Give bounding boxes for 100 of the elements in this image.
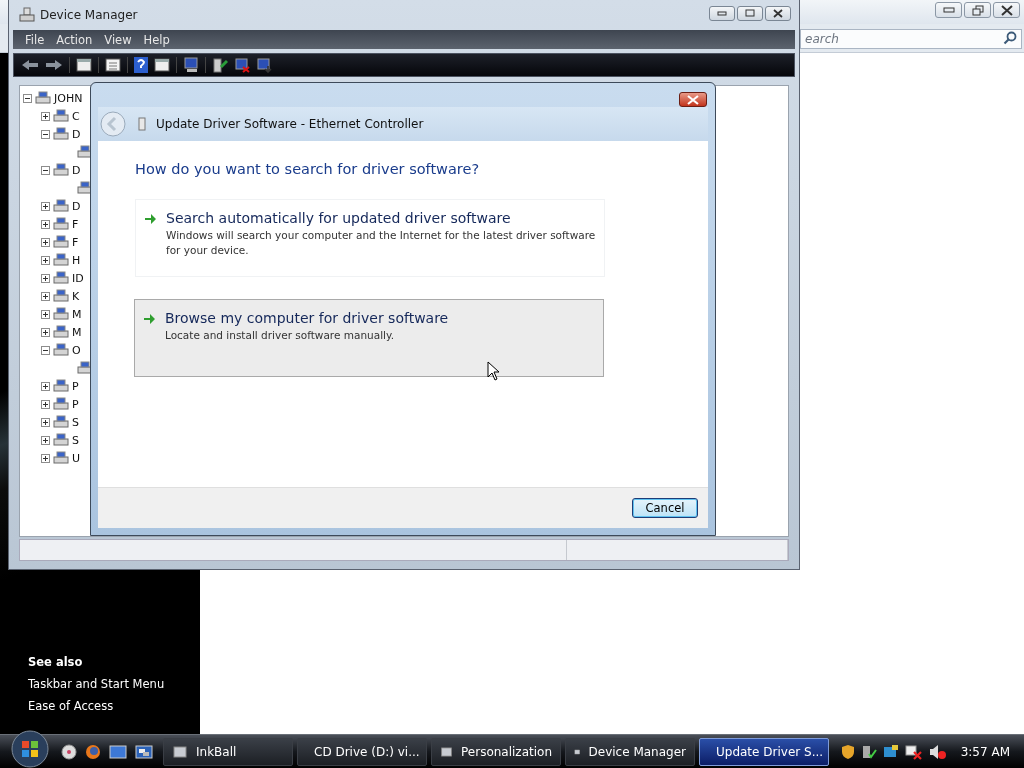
- menu-item[interactable]: Help: [139, 32, 178, 47]
- close-button[interactable]: [765, 5, 791, 21]
- menu-item[interactable]: Action: [52, 32, 101, 47]
- device-icon: [53, 342, 69, 358]
- globe-icon[interactable]: [85, 743, 101, 760]
- back-icon[interactable]: [21, 59, 39, 71]
- restore-icon: [971, 4, 984, 16]
- tree-item[interactable]: P: [72, 397, 79, 411]
- tree-item[interactable]: S: [72, 433, 79, 447]
- collapse-icon[interactable]: [23, 93, 32, 103]
- expand-icon[interactable]: [41, 291, 50, 301]
- clock[interactable]: 3:57 AM: [960, 744, 1010, 759]
- expand-icon[interactable]: [41, 219, 50, 229]
- forward-icon[interactable]: [45, 59, 63, 71]
- see-also-link[interactable]: Ease of Access: [28, 699, 114, 713]
- window-icon[interactable]: [154, 58, 170, 72]
- device-icon: [53, 216, 69, 232]
- collapse-icon[interactable]: [41, 345, 50, 355]
- help-icon[interactable]: [134, 57, 148, 73]
- device-icon: [53, 288, 69, 304]
- sheet-icon[interactable]: [105, 58, 121, 72]
- tree-item[interactable]: F: [72, 217, 79, 231]
- expand-icon[interactable]: [41, 417, 50, 427]
- taskbar-button[interactable]: Device Manager: [565, 737, 695, 766]
- device-icon: [53, 396, 69, 412]
- expand-icon[interactable]: [41, 111, 50, 121]
- tree-item[interactable]: O: [72, 343, 81, 357]
- command-link[interactable]: Search automatically for updated driver software Windows will search your computer and the Internet for the latest driver software for your device.: [135, 199, 605, 277]
- device-icon: [53, 306, 69, 322]
- expand-icon[interactable]: [41, 381, 50, 391]
- expand-icon[interactable]: [41, 237, 50, 247]
- expand-icon[interactable]: [41, 255, 50, 265]
- collapse-icon[interactable]: [41, 129, 50, 139]
- expand-icon[interactable]: [41, 435, 50, 445]
- device-icon: [53, 198, 69, 214]
- window-icon[interactable]: [76, 58, 92, 72]
- taskbar-button[interactable]: InkBall: [163, 737, 293, 766]
- expand-icon[interactable]: [41, 273, 50, 283]
- tree-item[interactable]: C: [72, 109, 80, 123]
- close-button[interactable]: [993, 2, 1020, 18]
- menu-item[interactable]: View: [100, 32, 140, 47]
- device-icon: [53, 324, 69, 340]
- tree-item[interactable]: D: [72, 127, 81, 141]
- option-description: Windows will search your computer and the Internet for the latest driver software for your device.: [166, 228, 596, 258]
- expand-icon[interactable]: [41, 399, 50, 409]
- cancel-button[interactable]: Cancel: [632, 498, 698, 518]
- device-icon: [53, 126, 69, 142]
- tree-item[interactable]: H: [72, 253, 81, 267]
- option-title: Search automatically for updated driver software: [166, 210, 512, 226]
- maximize-icon: [745, 9, 755, 17]
- monitor-icon[interactable]: [183, 57, 199, 73]
- arrow-icon: [143, 313, 156, 325]
- device-icon: [77, 360, 93, 376]
- computer-icon: [19, 7, 35, 23]
- close-icon: [687, 94, 699, 105]
- expand-icon[interactable]: [41, 201, 50, 211]
- collapse-icon[interactable]: [41, 165, 50, 175]
- tree-item[interactable]: K: [72, 289, 80, 303]
- device-icon: [77, 144, 93, 160]
- tree-item[interactable]: P: [72, 379, 79, 393]
- tree-item[interactable]: ID: [72, 271, 84, 285]
- start-button[interactable]: [11, 729, 49, 768]
- network-icon[interactable]: [860, 743, 877, 760]
- device-icon: [53, 252, 69, 268]
- taskbar-button[interactable]: CD Drive (D:) vi...: [297, 737, 427, 766]
- taskbar-button[interactable]: Personalization: [431, 737, 561, 766]
- minimize-button[interactable]: [935, 2, 962, 18]
- search-field[interactable]: earch: [800, 29, 1022, 49]
- device-icon[interactable]: [212, 57, 228, 73]
- minimize-button[interactable]: [709, 5, 735, 21]
- speaker-icon[interactable]: [928, 743, 947, 760]
- expand-icon[interactable]: [41, 327, 50, 337]
- windows-icon[interactable]: [135, 743, 153, 760]
- tree-item[interactable]: D: [72, 199, 81, 213]
- option-title: Browse my computer for driver software: [165, 310, 449, 326]
- close-button[interactable]: [679, 92, 707, 107]
- device-icon: [53, 450, 69, 466]
- expand-icon[interactable]: [41, 453, 50, 463]
- taskbar-button[interactable]: Update Driver S...: [699, 737, 829, 766]
- monitor-icon[interactable]: [882, 743, 899, 760]
- tree-item[interactable]: F: [72, 235, 79, 249]
- option-description: Locate and install driver software manually.: [165, 328, 396, 343]
- disc-icon[interactable]: [61, 743, 77, 760]
- see-also-link[interactable]: Taskbar and Start Menu: [28, 677, 165, 691]
- tree-item[interactable]: M: [72, 307, 82, 321]
- menu-item[interactable]: File: [21, 32, 53, 47]
- tree-item[interactable]: M: [72, 325, 82, 339]
- command-link[interactable]: Browse my computer for driver software Locate and install driver software manually.: [134, 299, 604, 377]
- tree-item[interactable]: U: [72, 451, 81, 465]
- device-icon: [53, 162, 69, 178]
- tree-item[interactable]: S: [72, 415, 79, 429]
- device-icon: [53, 414, 69, 430]
- dialog-title: Update Driver Software - Ethernet Controller: [156, 117, 424, 131]
- shield-icon[interactable]: [840, 743, 855, 760]
- desktop-icon[interactable]: [109, 743, 127, 760]
- tree-item[interactable]: JOHN: [54, 91, 83, 105]
- expand-icon[interactable]: [41, 309, 50, 319]
- restore-button[interactable]: [964, 2, 991, 18]
- network-icon[interactable]: [904, 743, 923, 760]
- tree-item[interactable]: D: [72, 163, 81, 177]
